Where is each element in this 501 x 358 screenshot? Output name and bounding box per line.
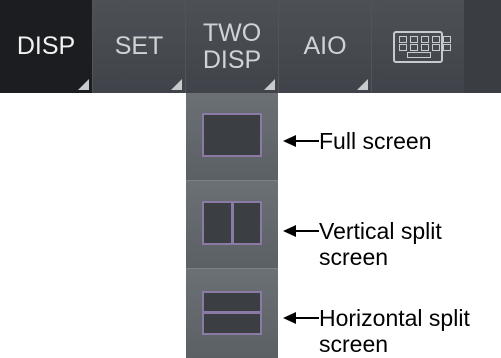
horizontal-split-label: Horizontal split screen: [319, 305, 470, 357]
horizontal-split-icon: [202, 291, 262, 335]
disp-button[interactable]: DISP: [0, 0, 93, 93]
aio-button[interactable]: AIO: [279, 0, 372, 93]
vertical-split-label: Vertical split screen: [319, 218, 442, 270]
menu-corner-icon: [264, 79, 275, 90]
disp-label: DISP: [16, 32, 76, 60]
left-arrow-icon: [283, 128, 319, 154]
set-label: SET: [114, 32, 164, 60]
menu-corner-icon: [357, 79, 368, 90]
vertical-split-option[interactable]: [186, 181, 278, 269]
full-screen-callout: Full screen: [283, 128, 431, 154]
vertical-split-icon: [202, 201, 262, 245]
horizontal-split-option[interactable]: [186, 269, 278, 358]
menu-corner-icon: [171, 79, 182, 90]
full-screen-label: Full screen: [319, 128, 432, 154]
left-arrow-icon: [283, 305, 319, 331]
keyboard-icon: [393, 30, 451, 63]
full-screen-icon: [202, 113, 262, 157]
two-disp-dropdown: [186, 93, 278, 358]
left-arrow-icon: [283, 218, 319, 244]
vertical-split-callout: Vertical split screen: [283, 218, 442, 270]
horizontal-split-callout: Horizontal split screen: [283, 305, 470, 357]
menu-corner-icon: [78, 79, 89, 90]
toolbar: DISP SET TWO DISP AIO: [0, 0, 501, 93]
two-disp-label-line1: TWO: [202, 18, 262, 47]
two-disp-button[interactable]: TWO DISP: [186, 0, 279, 93]
keyboard-button[interactable]: [372, 0, 464, 93]
set-button[interactable]: SET: [93, 0, 186, 93]
full-screen-option[interactable]: [186, 93, 278, 181]
two-disp-label-line2: DISP: [202, 45, 262, 74]
aio-label: AIO: [303, 32, 347, 60]
